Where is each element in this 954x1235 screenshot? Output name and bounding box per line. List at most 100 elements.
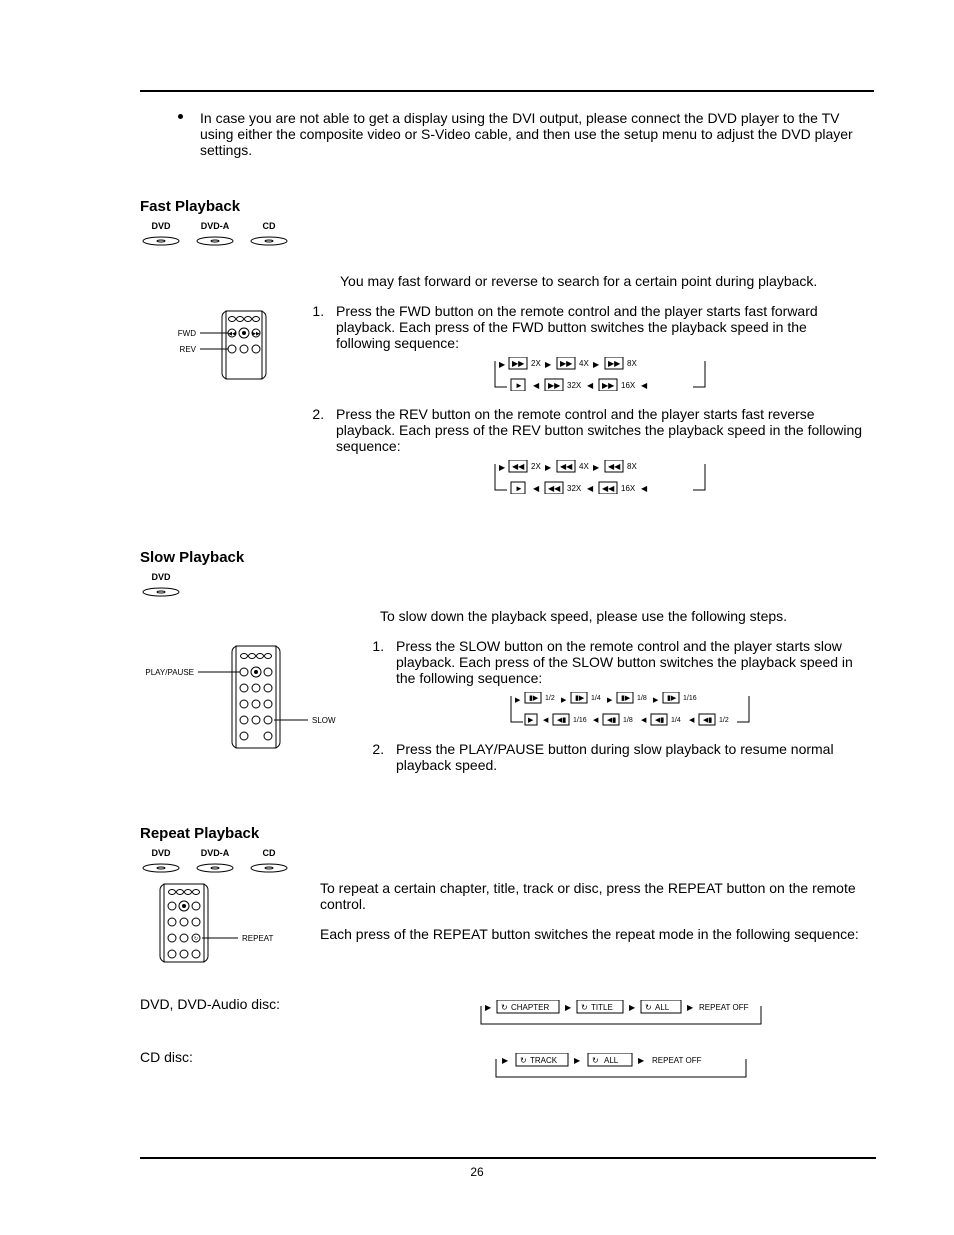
svg-text:▶: ▶ [638, 1056, 645, 1065]
disc-icon-dvd: DVD [140, 223, 182, 247]
svg-text:◀◀: ◀◀ [228, 331, 236, 337]
section-heading: Fast Playback [140, 198, 874, 215]
svg-text:▶: ▶ [485, 1003, 492, 1012]
svg-text:▶▶: ▶▶ [548, 381, 561, 390]
svg-text:▶: ▶ [629, 1003, 636, 1012]
svg-text:TRACK: TRACK [530, 1056, 558, 1065]
svg-text:◀▮: ◀▮ [655, 717, 664, 724]
list-item: Press the SLOW button on the remote cont… [388, 638, 864, 729]
svg-text:REPEAT OFF: REPEAT OFF [699, 1003, 749, 1012]
svg-text:◀◀: ◀◀ [608, 462, 621, 471]
svg-text:◀◀: ◀◀ [602, 484, 615, 493]
svg-text:▶: ▶ [561, 697, 567, 704]
svg-text:◀: ◀ [587, 484, 594, 493]
section-heading: Repeat Playback [140, 825, 874, 842]
svg-text:↻: ↻ [520, 1056, 527, 1065]
remote-diagram: ◀◀ ▶▶ FWD REV [140, 305, 280, 385]
svg-text:2X: 2X [531, 359, 541, 368]
svg-text:►: ► [515, 381, 523, 390]
svg-text:CHAPTER: CHAPTER [511, 1003, 549, 1012]
svg-text:1/4: 1/4 [671, 717, 681, 724]
svg-text:▶: ▶ [528, 717, 534, 724]
svg-text:TITLE: TITLE [591, 1003, 613, 1012]
body-text: In case you are not able to get a displa… [200, 110, 853, 158]
svg-text:▶: ▶ [653, 697, 659, 704]
svg-text:ALL: ALL [655, 1003, 670, 1012]
svg-text:▮▶: ▮▶ [621, 695, 631, 702]
disc-icon-cd: CD [248, 850, 290, 874]
svg-text:↻: ↻ [645, 1003, 652, 1012]
svg-text:8X: 8X [627, 462, 637, 471]
svg-text:▶▶: ▶▶ [512, 359, 525, 368]
page-number: 26 [0, 1165, 954, 1179]
svg-text:▮▶: ▮▶ [575, 695, 585, 702]
disc-icon-dvda: DVD-A [194, 850, 236, 874]
svg-text:▮▶: ▮▶ [667, 695, 677, 702]
svg-text:▶: ▶ [593, 360, 600, 369]
svg-text:◀: ◀ [641, 381, 648, 390]
svg-text:◀▮: ◀▮ [557, 717, 566, 724]
svg-text:◀: ◀ [543, 717, 549, 724]
svg-text:◀◀: ◀◀ [548, 484, 561, 493]
disc-icon-dvda: DVD-A [194, 223, 236, 247]
svg-text:▶: ▶ [499, 463, 506, 472]
svg-text:32X: 32X [567, 484, 582, 493]
svg-text:▶▶: ▶▶ [252, 331, 260, 337]
svg-text:1/16: 1/16 [573, 717, 587, 724]
slow-speed-sequence: ▶ ▮▶ 1/2 ▶ ▮▶ 1/4 ▶ ▮▶ 1/8 ▶ ▮▶ 1/16 [505, 692, 755, 726]
svg-text:◀: ◀ [689, 717, 695, 724]
svg-text:16X: 16X [621, 381, 636, 390]
svg-text:▶▶: ▶▶ [602, 381, 615, 390]
svg-text:2X: 2X [531, 462, 541, 471]
svg-text:◀◀: ◀◀ [560, 462, 573, 471]
svg-text:1/16: 1/16 [683, 695, 697, 702]
svg-text:1/4: 1/4 [591, 695, 601, 702]
disc-icon-dvd: DVD [140, 850, 182, 874]
svg-text:◀: ◀ [533, 381, 540, 390]
svg-text:↻: ↻ [581, 1003, 588, 1012]
svg-text:1/8: 1/8 [623, 717, 633, 724]
svg-text:▮▶: ▮▶ [529, 695, 539, 702]
list-item: Press the FWD button on the remote contr… [328, 303, 864, 394]
svg-text:◀: ◀ [533, 484, 540, 493]
svg-text:◀: ◀ [641, 717, 647, 724]
list-item: Press the PLAY/PAUSE button during slow … [388, 741, 864, 773]
svg-text:1/8: 1/8 [637, 695, 647, 702]
svg-text:SLOW: SLOW [312, 716, 336, 725]
svg-text:▶: ▶ [593, 463, 600, 472]
section-heading: Slow Playback [140, 549, 874, 566]
svg-text:4X: 4X [579, 359, 589, 368]
svg-text:▶: ▶ [499, 360, 506, 369]
svg-text:▶: ▶ [574, 1056, 581, 1065]
remote-diagram: PLAY/PAUSE SLOW [140, 638, 360, 758]
svg-text:◀: ◀ [641, 484, 648, 493]
fwd-speed-sequence: ▶ ▶▶ 2X ▶ ▶▶ 4X ▶ ▶▶ 8X [485, 357, 715, 391]
svg-text:◀▮: ◀▮ [607, 717, 616, 724]
svg-text:ALL: ALL [604, 1056, 619, 1065]
svg-text:↻: ↻ [592, 1056, 599, 1065]
disc-icon-dvd: DVD [140, 574, 182, 598]
svg-text:▶: ▶ [687, 1003, 694, 1012]
body-text: To slow down the playback speed, please … [380, 608, 874, 624]
repeat-sequence-cd: ▶ ↻TRACK ▶ ↻ALL ▶ REPEAT OFF [492, 1053, 752, 1083]
repeat-sequence-dvd: ▶ ↻CHAPTER ▶ ↻TITLE ▶ ↻ALL ▶ REPEAT OFF [477, 1000, 767, 1030]
svg-text:↻: ↻ [501, 1003, 508, 1012]
svg-text:REV: REV [180, 345, 197, 354]
svg-text:◀: ◀ [587, 381, 594, 390]
body-text: To repeat a certain chapter, title, trac… [320, 880, 864, 912]
svg-text:4X: 4X [579, 462, 589, 471]
svg-text:▶: ▶ [565, 1003, 572, 1012]
svg-text:1/2: 1/2 [545, 695, 555, 702]
body-text: Each press of the REPEAT button switches… [320, 926, 864, 942]
svg-text:↻: ↻ [194, 936, 198, 942]
svg-text:▶: ▶ [545, 360, 552, 369]
svg-text:▶: ▶ [545, 463, 552, 472]
svg-text:►: ► [515, 484, 523, 493]
svg-text:1/2: 1/2 [719, 717, 729, 724]
svg-text:PLAY/PAUSE: PLAY/PAUSE [145, 668, 194, 677]
svg-text:◀▮: ◀▮ [703, 717, 712, 724]
remote-diagram: ↻ REPEAT [140, 880, 320, 970]
disc-icon-cd: CD [248, 223, 290, 247]
svg-text:▶: ▶ [515, 697, 521, 704]
svg-text:◀: ◀ [593, 717, 599, 724]
